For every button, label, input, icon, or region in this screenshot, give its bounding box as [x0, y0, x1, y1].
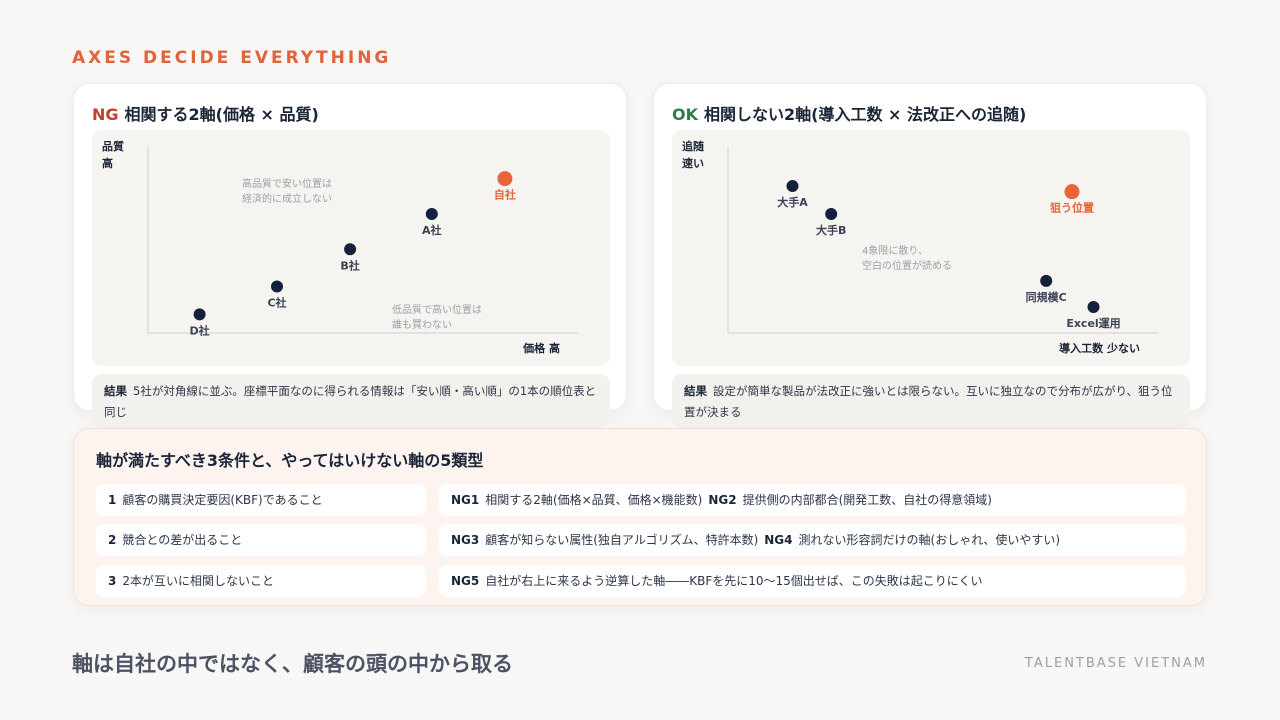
x-axis-label: 価格 高 — [522, 341, 560, 355]
ng-type-row: NG3 顧客が知らない属性(独自アルゴリズム、特許本数) NG4 測れない形容詞だけの… — [439, 524, 1186, 556]
point-label: B社 — [340, 258, 359, 272]
competitor-point — [271, 280, 283, 293]
ng-type-row: NG1 相関する2軸(価格×品質、価格×機能数) NG2 提供側の内部都合(開発工数、… — [439, 484, 1186, 516]
competitor-point — [1040, 274, 1053, 287]
ng-type-number: NG1 — [451, 493, 480, 507]
point-label: D社 — [190, 323, 210, 337]
target-point — [497, 171, 513, 187]
point-label: A社 — [422, 223, 442, 237]
ng-card-title: NG 相関する2軸(価格 × 品質) — [92, 101, 319, 125]
ng-type-number: NG3 — [451, 533, 480, 547]
ng-positioning-map: 品質高価格 高 高品質で安い位置は 経済的に成立しない低品質で高い位置は 誰も買わない… — [92, 130, 610, 366]
map-annotation: 高品質で安い位置は — [242, 177, 332, 190]
brand-footer: TALENTBASE VIETNAM — [1024, 656, 1207, 671]
ng-type-text: 提供側の内部都合(開発工数、自社の得意領域) — [742, 493, 992, 507]
condition-item: 2 競合との差が出ること — [96, 524, 426, 556]
map-annotation: 低品質で高い位置は — [392, 303, 482, 316]
ng-type-text: 測れない形容詞だけの軸(おしゃれ、使いやすい) — [798, 533, 1061, 547]
ok-example-card: OK 相関しない2軸(導入工数 × 法改正への追随) 追随速い導入工数 少ない 4象… — [653, 83, 1207, 428]
x-axis-label: 導入工数 少ない — [1059, 341, 1140, 355]
ng-example-card: NG 相関する2軸(価格 × 品質) 品質高価格 高 高品質で安い位置は 経済的に成立… — [73, 83, 627, 428]
y-axis-label: 高 — [102, 156, 113, 170]
condition-number: 2 — [108, 533, 117, 547]
point-label: 大手B — [816, 223, 846, 237]
map-annotation: 誰も買わない — [392, 318, 452, 331]
map-annotation: 空白の位置が読める — [862, 259, 952, 272]
competitor-point — [193, 308, 206, 321]
ng-type-number: NG5 — [451, 574, 480, 588]
ng-result-box: 結果 5社が対角線に並ぶ。座標平面なのに得られる情報は「安い順・高い順」の1本の順… — [92, 374, 610, 428]
ok-map-svg: 追随速い導入工数 少ない 4象限に散り、空白の位置が読める 大手A 大手B 狙う位置同規… — [682, 139, 1158, 355]
ng-type-text: 自社が右上に来るよう逆算した軸――KBFを先に10〜15個出せば、この失敗は起こ… — [485, 574, 983, 588]
axis-rules-card: 軸が満たすべき3条件と、やってはいけない軸の5類型 1 顧客の購買決定要因(KBF… — [73, 428, 1207, 606]
ng-tag: NG — [92, 105, 119, 124]
takeaway-message: 軸は自社の中ではなく、顧客の頭の中から取る — [72, 652, 513, 676]
condition-text: 競合との差が出ること — [122, 533, 243, 547]
ng-type-text: 相関する2軸(価格×品質、価格×機能数) — [485, 493, 703, 507]
point-label: 大手A — [777, 195, 808, 209]
ng-result-text: 5社が対角線に並ぶ。座標平面なのに得られる情報は「安い順・高い順」の1本の順位表… — [104, 384, 597, 419]
competitor-point — [1087, 300, 1100, 313]
ng-card-title-text: 相関する2軸(価格 × 品質) — [124, 105, 319, 124]
y-axis-label: 追随 — [682, 139, 704, 153]
ng-type-number: NG4 — [764, 533, 793, 547]
ng-type-number: NG2 — [708, 493, 737, 507]
condition-number: 1 — [108, 493, 117, 507]
condition-text: 顧客の購買決定要因(KBF)であること — [122, 493, 323, 507]
ok-result-box: 結果 設定が簡単な製品が法改正に強いとは限らない。互いに独立なので分布が広がり、狙… — [672, 374, 1190, 428]
condition-item: 3 2本が互いに相関しないこと — [96, 565, 426, 597]
ng-result-label: 結果 — [104, 384, 127, 398]
axis-rules-title: 軸が満たすべき3条件と、やってはいけない軸の5類型 — [96, 451, 484, 470]
ok-result-label: 結果 — [684, 384, 707, 398]
ok-result-text: 設定が簡単な製品が法改正に強いとは限らない。互いに独立なので分布が広がり、狙う位… — [684, 384, 1173, 419]
y-axis-label: 品質 — [102, 139, 124, 153]
point-label: 狙う位置 — [1050, 201, 1094, 215]
condition-text: 2本が互いに相関しないこと — [122, 574, 274, 588]
competitor-point — [825, 207, 838, 220]
point-label: C社 — [267, 296, 286, 310]
competitor-point — [425, 207, 438, 220]
condition-number: 3 — [108, 574, 117, 588]
ok-card-title: OK 相関しない2軸(導入工数 × 法改正への追随) — [672, 101, 1026, 125]
condition-item: 1 顧客の購買決定要因(KBF)であること — [96, 484, 426, 516]
ng-type-row: NG5 自社が右上に来るよう逆算した軸――KBFを先に10〜15個出せば、この失敗… — [439, 565, 1186, 597]
point-label: 同規模C — [1026, 290, 1067, 304]
point-label: Excel運用 — [1066, 317, 1120, 330]
competitor-point — [344, 243, 357, 256]
ok-positioning-map: 追随速い導入工数 少ない 4象限に散り、空白の位置が読める 大手A 大手B 狙う位置同規… — [672, 130, 1190, 366]
target-point — [1064, 184, 1080, 200]
ok-tag: OK — [672, 105, 698, 124]
ng-map-svg: 品質高価格 高 高品質で安い位置は経済的に成立しない低品質で高い位置は誰も買わない… — [102, 139, 578, 355]
kicker-heading: AXES DECIDE EVERYTHING — [72, 48, 392, 68]
map-annotation: 4象限に散り、 — [862, 244, 928, 257]
ok-card-title-text: 相関しない2軸(導入工数 × 法改正への追随) — [704, 105, 1027, 124]
y-axis-label: 速い — [682, 156, 704, 170]
map-annotation: 経済的に成立しない — [242, 192, 332, 205]
competitor-point — [786, 180, 799, 193]
ng-type-text: 顧客が知らない属性(独自アルゴリズム、特許本数) — [485, 533, 759, 547]
point-label: 自社 — [494, 188, 516, 202]
